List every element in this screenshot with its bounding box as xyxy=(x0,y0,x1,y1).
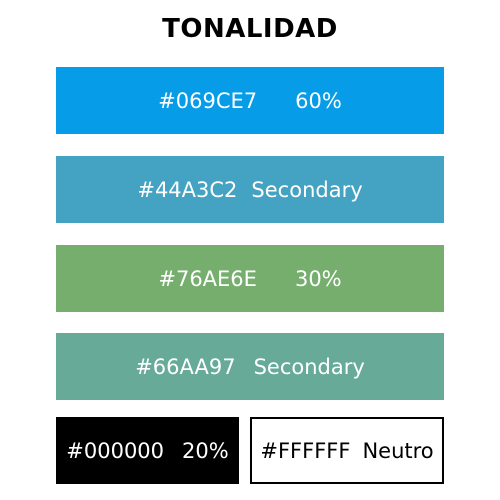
swatch-label: Secondary xyxy=(253,354,365,379)
swatch-hex: #44A3C2 xyxy=(137,177,238,202)
swatch-primary-secondary: #44A3C2 Secondary xyxy=(56,156,444,223)
swatch-label: 60% xyxy=(295,88,342,113)
swatch-black: #000000 20% xyxy=(56,417,239,484)
swatch-accent-secondary: #66AA97 Secondary xyxy=(56,333,444,400)
swatch-label: 30% xyxy=(294,266,342,291)
page-title: TONALIDAD xyxy=(162,14,338,44)
swatch-hex: #66AA97 xyxy=(135,354,236,379)
swatch-primary: #069CE7 60% xyxy=(56,67,444,134)
swatch-hex: #000000 xyxy=(66,438,165,463)
swatch-accent: #76AE6E 30% xyxy=(56,245,444,312)
swatch-hex: #76AE6E xyxy=(158,266,257,291)
swatch-hex: #FFFFFF xyxy=(260,438,351,463)
swatch-hex: #069CE7 xyxy=(158,88,258,113)
swatch-label: Secondary xyxy=(251,177,363,202)
swatch-label: Neutro xyxy=(362,438,434,463)
swatch-label: 20% xyxy=(182,438,229,463)
swatch-white: #FFFFFF Neutro xyxy=(250,417,444,484)
